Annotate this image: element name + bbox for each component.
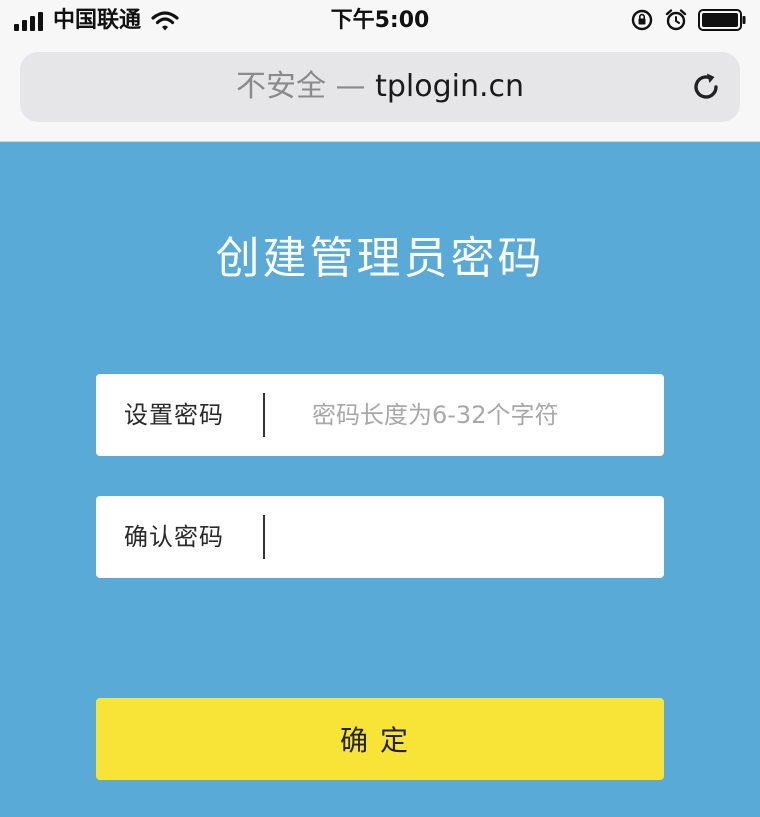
address-separator: — bbox=[335, 69, 366, 104]
insecure-label: 不安全 bbox=[235, 69, 326, 104]
confirm-field-label: 确认密码 bbox=[124, 523, 224, 551]
battery-icon bbox=[698, 9, 746, 31]
browser-chrome: 中国联通 下午5:00 不安全 — tplogin.cn bbox=[0, 0, 760, 142]
reload-icon[interactable] bbox=[686, 67, 726, 107]
password-field-label: 设置密码 bbox=[124, 401, 224, 429]
address-host: tplogin.cn bbox=[375, 69, 525, 104]
address-bar[interactable]: 不安全 — tplogin.cn bbox=[20, 52, 740, 122]
password-field-row: 设置密码 bbox=[96, 374, 664, 456]
page-title: 创建管理员密码 bbox=[215, 233, 545, 284]
text-cursor bbox=[263, 393, 265, 437]
alarm-icon bbox=[665, 9, 687, 31]
orientation-lock-icon bbox=[631, 9, 653, 31]
confirm-button[interactable]: 确定 bbox=[96, 698, 664, 780]
confirm-field-row: 确认密码 bbox=[96, 496, 664, 578]
confirm-password-input[interactable] bbox=[282, 510, 652, 564]
text-cursor bbox=[263, 515, 265, 559]
password-input[interactable] bbox=[282, 388, 652, 442]
address-text: 不安全 — tplogin.cn bbox=[20, 70, 740, 104]
status-right bbox=[630, 8, 746, 32]
status-bar: 中国联通 下午5:00 bbox=[0, 0, 760, 44]
